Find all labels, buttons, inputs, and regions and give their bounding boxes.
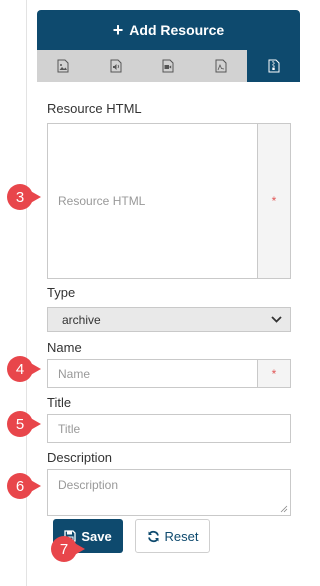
description-label: Description [47,450,113,465]
callout-badge: 6 [7,473,41,499]
description-textarea[interactable]: Description [47,469,291,516]
type-label: Type [47,285,76,300]
tab-archive[interactable] [247,50,300,82]
archive-file-icon [268,59,280,73]
title-placeholder: Title [58,421,81,436]
name-field[interactable]: Name * [47,359,291,388]
type-select[interactable]: archive [47,307,291,332]
description-placeholder: Description [58,478,119,492]
image-file-icon [57,59,69,73]
title-label: Title [47,395,72,410]
name-label: Name [47,340,82,355]
tab-audio[interactable] [90,50,143,82]
required-marker: * [257,124,290,278]
required-marker: * [257,360,290,387]
tab-image[interactable] [37,50,90,82]
refresh-icon [147,530,159,542]
name-placeholder: Name [58,366,91,381]
add-resource-label: Add Resource [129,22,225,38]
resize-grip-icon[interactable] [280,505,288,513]
reset-button[interactable]: Reset [135,519,210,553]
callout-badge: 3 [7,184,41,210]
callout-badge: 4 [7,356,41,382]
chevron-down-icon [271,316,282,323]
resource-html-textarea[interactable]: Resource HTML * [47,123,291,279]
save-label: Save [81,528,112,544]
callout-badge: 7 [51,536,85,562]
resource-html-label: Resource HTML [47,101,142,116]
video-file-icon [162,59,174,73]
pdf-file-icon [215,59,227,73]
callout-badge: 5 [7,411,41,437]
title-field[interactable]: Title [47,414,291,443]
reset-label: Reset [164,528,199,544]
plus-icon: + [112,20,124,40]
audio-file-icon [110,59,122,73]
tab-pdf[interactable] [195,50,248,82]
resource-panel: + Add Resource Resource HTML Resource HT… [37,10,300,586]
add-resource-button[interactable]: + Add Resource [37,10,300,50]
resource-html-placeholder: Resource HTML [58,194,146,208]
resource-type-tabs [37,50,300,82]
tab-video[interactable] [142,50,195,82]
type-selected-value: archive [62,312,101,327]
